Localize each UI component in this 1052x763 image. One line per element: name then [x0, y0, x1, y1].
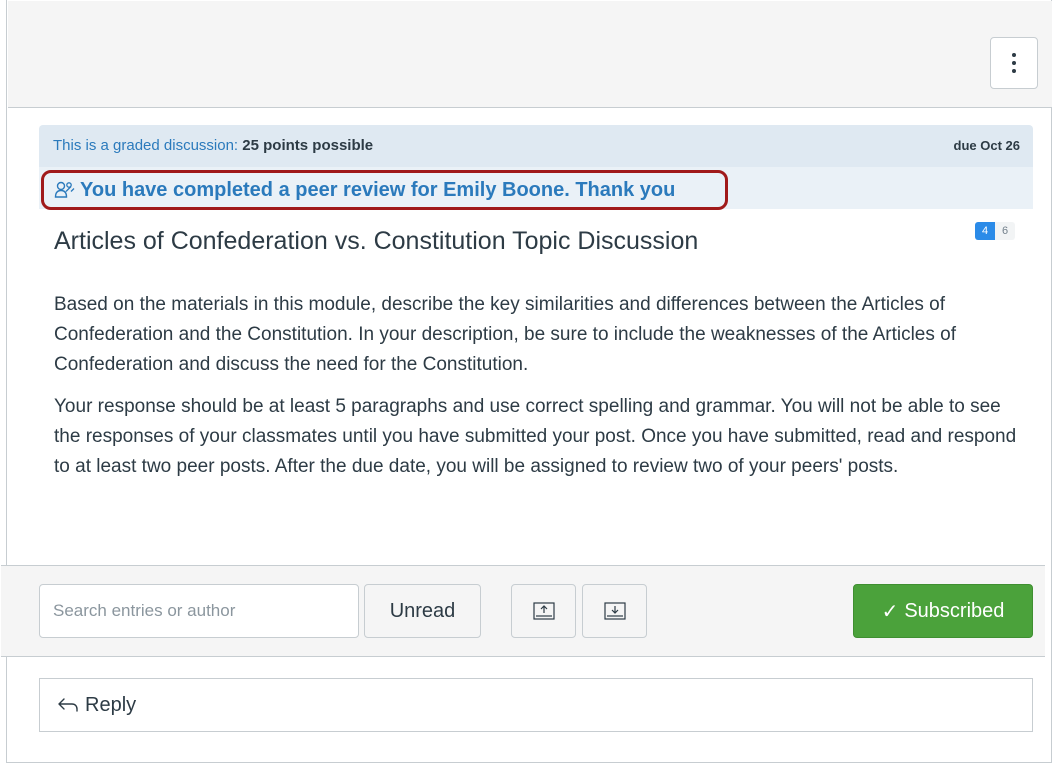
subscribed-label: Subscribed: [904, 599, 1005, 622]
peer-review-notice[interactable]: You have completed a peer review for Emi…: [41, 170, 728, 210]
discussion-title: Articles of Confederation vs. Constituti…: [54, 227, 699, 255]
expand-replies-button[interactable]: [582, 584, 647, 638]
peer-review-icon: [54, 181, 75, 198]
body-paragraph: Based on the materials in this module, d…: [54, 294, 956, 375]
discussion-body: Based on the materials in this module, d…: [54, 290, 1029, 494]
unread-filter-button[interactable]: Unread: [364, 584, 481, 638]
reply-button[interactable]: Reply: [39, 678, 1033, 732]
graded-discussion-banner: This is a graded discussion: 25 points p…: [39, 125, 1033, 167]
total-count-badge: 6: [995, 222, 1015, 240]
body-paragraph: Your response should be at least 5 parag…: [54, 396, 1017, 477]
peer-review-text: You have completed a peer review for Emi…: [80, 178, 676, 201]
reply-arrow-icon: [58, 698, 78, 712]
unread-count-badge: 4: [975, 222, 995, 240]
discussion-header-bar: [8, 1, 1052, 108]
expand-down-icon: [603, 602, 626, 620]
collapse-up-icon: [532, 602, 555, 620]
due-date: due Oct 26: [953, 138, 1020, 153]
search-input[interactable]: [39, 584, 359, 638]
checkmark-icon: ✓: [881, 600, 899, 623]
options-menu-button[interactable]: [990, 37, 1038, 89]
points-possible: 25 points possible: [242, 137, 374, 154]
kebab-menu-icon: [1012, 51, 1016, 75]
graded-label: This is a graded discussion:: [53, 137, 239, 154]
subscribed-button[interactable]: ✓ Subscribed: [853, 584, 1033, 638]
reply-label: Reply: [85, 693, 137, 716]
collapse-replies-button[interactable]: [511, 584, 576, 638]
